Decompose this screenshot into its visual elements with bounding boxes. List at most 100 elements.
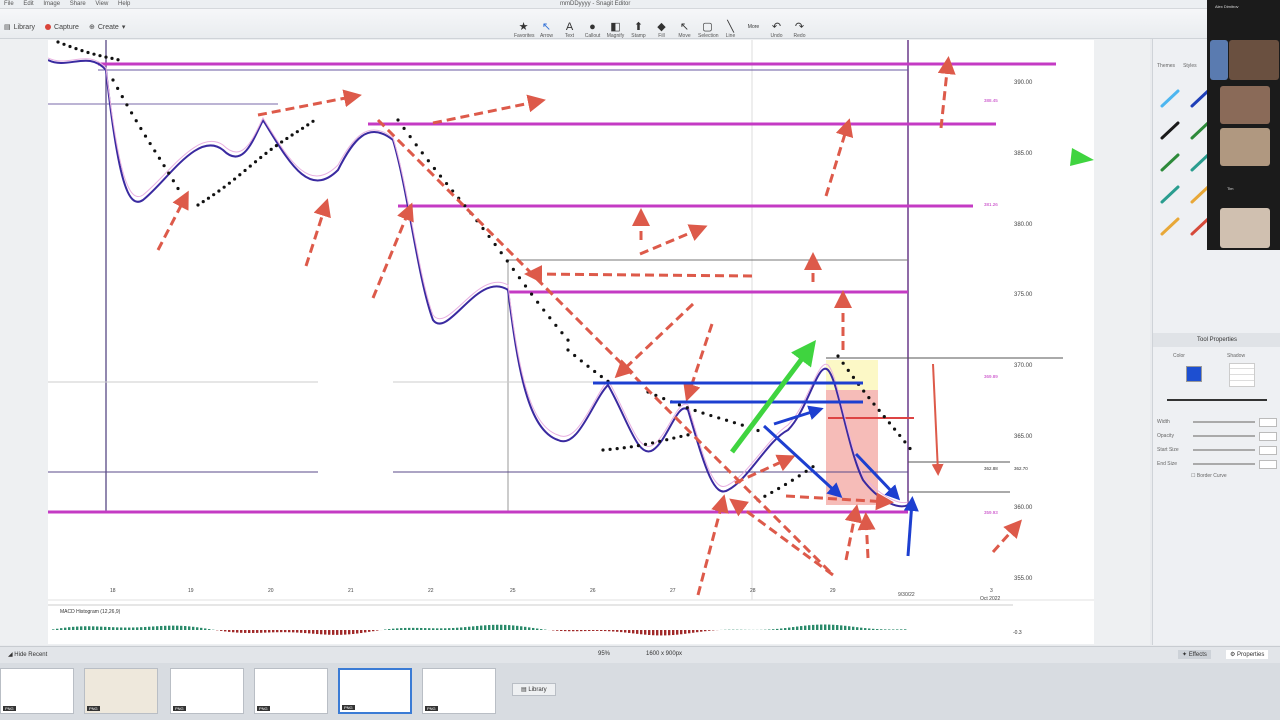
macd-bar: [360, 630, 363, 634]
property-row[interactable]: Start Size: [1157, 443, 1277, 457]
tool-line[interactable]: ╲ Line: [721, 21, 740, 39]
date-tick-label: Oct 2022: [980, 596, 1001, 602]
border-curve-option[interactable]: ☐ Border Curve: [1191, 473, 1227, 479]
tool-selection[interactable]: ▢ Selection: [698, 21, 719, 39]
macd-bar: [648, 630, 651, 635]
tool-fill[interactable]: ◆ Fill: [652, 21, 671, 39]
shadow-picker[interactable]: [1229, 363, 1255, 387]
recent-thumbnail-selected[interactable]: PNG: [338, 668, 412, 714]
properties-button[interactable]: ⚙ Properties: [1226, 650, 1269, 659]
sar-dot: [116, 58, 120, 62]
macd-bar: [260, 630, 263, 633]
macd-bar: [100, 626, 103, 630]
property-row[interactable]: End Size: [1157, 457, 1277, 471]
tool-magnify[interactable]: ◧ Magnify: [606, 21, 625, 39]
callout-icon: ●: [589, 21, 596, 33]
tab-themes[interactable]: Themes: [1157, 63, 1175, 69]
pen-preset[interactable]: [1159, 151, 1189, 183]
sar-dot: [763, 494, 767, 498]
macd-bar: [504, 624, 507, 630]
tool-callout[interactable]: ● Callout: [583, 21, 602, 39]
menu-image[interactable]: Image: [43, 0, 60, 8]
sar-dot: [153, 149, 157, 153]
tool-star[interactable]: ★ Favorites: [514, 21, 535, 39]
menu-file[interactable]: File: [4, 0, 14, 8]
tool-redo[interactable]: ↷ Redo: [790, 21, 809, 39]
macd-bar: [828, 624, 831, 630]
tab-styles[interactable]: Styles: [1183, 63, 1197, 69]
tool-move[interactable]: ↖ Move: [675, 21, 694, 39]
sar-dot: [62, 42, 66, 46]
macd-bar: [400, 628, 403, 630]
macd-bar: [204, 628, 207, 630]
sar-dot: [306, 123, 310, 127]
stock-chart-image[interactable]: MACD Histogram (12,26,9) -0.3 390.00 385.…: [47, 40, 1094, 644]
tool-arrow[interactable]: ↖ Arrow: [537, 21, 556, 39]
recent-thumbnail[interactable]: PNG: [84, 668, 158, 714]
macd-bar: [592, 630, 595, 631]
macd-bar: [588, 630, 591, 632]
macd-bar: [852, 626, 855, 630]
macd-bar: [176, 625, 179, 630]
sar-dot: [908, 446, 912, 451]
tool-undo[interactable]: ↶ Undo: [767, 21, 786, 39]
chart-canvas: MACD Histogram (12,26,9) -0.3 390.00 385.…: [47, 40, 1094, 636]
pen-preset[interactable]: [1159, 119, 1189, 151]
recent-thumbnail[interactable]: PNG: [170, 668, 244, 714]
date-tick-label: 3: [990, 588, 993, 594]
menu-view[interactable]: View: [95, 0, 108, 8]
sar-dot: [171, 179, 175, 183]
macd-bar: [804, 625, 807, 630]
sar-dot: [566, 338, 570, 342]
sar-dot: [887, 421, 892, 425]
macd-bar: [700, 630, 703, 632]
menu-help[interactable]: Help: [118, 0, 130, 8]
menu-edit[interactable]: Edit: [23, 0, 33, 8]
zoom-dropdown[interactable]: 95%: [598, 651, 610, 657]
recent-thumbnail[interactable]: PNG: [254, 668, 328, 714]
sar-dot: [285, 136, 289, 141]
video-participants-panel: Alex Dimitrov Tim: [1207, 0, 1280, 250]
price-tag: 362.88: [984, 466, 998, 471]
library-tray-button[interactable]: ▤ Library: [512, 683, 556, 696]
macd-bar: [640, 630, 643, 635]
redo-icon: ↷: [794, 21, 805, 33]
pen-preset[interactable]: [1159, 87, 1189, 119]
hide-recent-button[interactable]: ◢ Hide Recent: [8, 651, 47, 658]
tool-stamp[interactable]: ⬆ Stamp: [629, 21, 648, 39]
library-button[interactable]: ▤ Library: [4, 23, 35, 32]
pen-preset[interactable]: [1159, 215, 1189, 247]
create-button[interactable]: ⊕ Create ▾: [89, 23, 125, 32]
capture-button[interactable]: Capture: [45, 23, 79, 31]
macd-bar: [332, 630, 335, 635]
macd-bar: [540, 629, 543, 630]
property-row[interactable]: Width: [1157, 415, 1277, 429]
image-dimensions[interactable]: 1600 x 900px: [646, 651, 682, 657]
macd-bar: [876, 629, 879, 630]
recent-thumbnail[interactable]: PNG: [422, 668, 496, 714]
menu-share[interactable]: Share: [70, 0, 86, 8]
tool-text[interactable]: A Text: [560, 21, 579, 39]
participant-video: [1220, 86, 1270, 124]
macd-bar: [788, 627, 791, 630]
selected-color-swatch[interactable]: [1186, 366, 1202, 382]
macd-bar: [644, 630, 647, 635]
sar-dot: [686, 433, 690, 437]
sar-dot: [148, 141, 152, 146]
recent-thumbnail[interactable]: PNG: [0, 668, 74, 714]
line-style-preview[interactable]: [1167, 399, 1267, 401]
sar-dot: [548, 316, 552, 320]
macd-bar: [888, 629, 891, 630]
sar-dot: [770, 490, 774, 495]
sar-dot: [92, 52, 96, 56]
sar-dot: [264, 151, 268, 155]
tool-more[interactable]: More: [744, 21, 763, 39]
effects-button[interactable]: ✦ Effects: [1178, 650, 1211, 659]
macd-bar: [516, 625, 519, 630]
pen-preset[interactable]: [1159, 183, 1189, 215]
more-icon: More: [747, 24, 760, 30]
property-row[interactable]: Opacity: [1157, 429, 1277, 443]
macd-bar: [236, 630, 239, 633]
sar-dot: [111, 78, 115, 82]
sar-dot: [259, 155, 263, 160]
